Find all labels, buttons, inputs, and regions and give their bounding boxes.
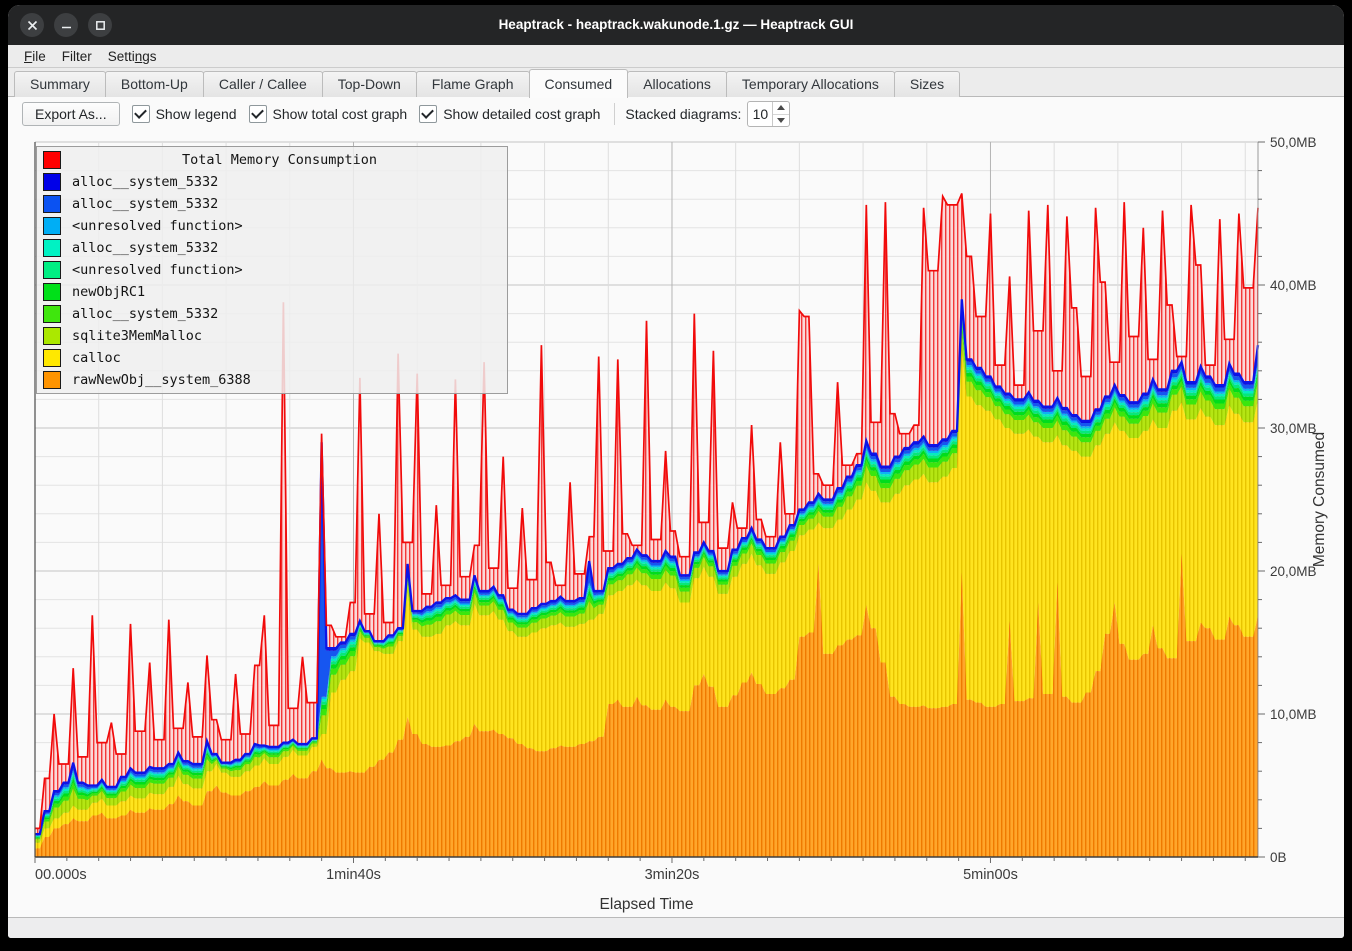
legend-item: sqlite3MemMalloc bbox=[37, 325, 507, 347]
legend-title-row: Total Memory Consumption bbox=[37, 149, 507, 171]
legend-swatch bbox=[43, 349, 61, 367]
y-tick-label: 30,0MB bbox=[1270, 421, 1317, 436]
y-tick-label: 40,0MB bbox=[1270, 278, 1317, 293]
checkbox-label: Show total cost graph bbox=[273, 106, 408, 122]
legend-label: alloc__system_5332 bbox=[72, 174, 218, 190]
legend-item: rawNewObj__system_6388 bbox=[37, 369, 507, 391]
legend-label: newObjRC1 bbox=[72, 284, 145, 300]
tab-sizes[interactable]: Sizes bbox=[894, 71, 960, 97]
spinner-up-button[interactable] bbox=[773, 102, 789, 115]
legend-label: alloc__system_5332 bbox=[72, 306, 218, 322]
toolbar-separator bbox=[614, 103, 615, 125]
y-axis-title: Memory Consumed bbox=[1311, 432, 1328, 567]
legend-item: alloc__system_5332 bbox=[37, 171, 507, 193]
legend-swatch bbox=[43, 173, 61, 191]
checkbox-show-total-cost-graph[interactable]: Show total cost graph bbox=[249, 105, 408, 123]
checkbox-label: Show legend bbox=[156, 106, 237, 122]
tab-bar: SummaryBottom-UpCaller / CalleeTop-DownF… bbox=[8, 68, 1344, 97]
legend-label: <unresolved function> bbox=[72, 262, 243, 278]
legend-swatch bbox=[43, 261, 61, 279]
x-tick-label: 5min00s bbox=[963, 867, 1018, 883]
y-tick-label: 50,0MB bbox=[1270, 135, 1317, 150]
checkbox-box[interactable] bbox=[132, 105, 150, 123]
chart-legend: Total Memory Consumption alloc__system_53… bbox=[36, 146, 508, 394]
legend-swatch bbox=[43, 217, 61, 235]
tab-summary[interactable]: Summary bbox=[14, 71, 106, 97]
spinner-value: 10 bbox=[748, 102, 772, 126]
tab-temporary-allocations[interactable]: Temporary Allocations bbox=[726, 71, 895, 97]
x-tick-label: 1min40s bbox=[326, 867, 381, 883]
legend-swatch bbox=[43, 283, 61, 301]
legend-swatch bbox=[43, 305, 61, 323]
menu-bar: FileFilterSettings bbox=[8, 45, 1344, 68]
legend-swatch bbox=[43, 195, 61, 213]
stacked-diagrams-label: Stacked diagrams: bbox=[625, 106, 741, 122]
legend-item: alloc__system_5332 bbox=[37, 303, 507, 325]
x-axis-title: Elapsed Time bbox=[600, 896, 694, 913]
stacked-diagrams-spinner[interactable]: 10 bbox=[747, 101, 790, 127]
legend-label: rawNewObj__system_6388 bbox=[72, 372, 251, 388]
tab-consumed[interactable]: Consumed bbox=[529, 69, 629, 98]
spinner-down-button[interactable] bbox=[773, 115, 789, 127]
tab-top-down[interactable]: Top-Down bbox=[322, 71, 417, 97]
tab-flame-graph[interactable]: Flame Graph bbox=[416, 71, 530, 97]
window-title: Heaptrack - heaptrack.wakunode.1.gz — He… bbox=[8, 5, 1344, 45]
checkbox-show-legend[interactable]: Show legend bbox=[132, 105, 237, 123]
tab-caller-callee[interactable]: Caller / Callee bbox=[203, 71, 323, 97]
legend-label: sqlite3MemMalloc bbox=[72, 328, 202, 344]
tab-bottom-up[interactable]: Bottom-Up bbox=[105, 71, 204, 97]
legend-swatch bbox=[43, 239, 61, 257]
checkbox-box[interactable] bbox=[249, 105, 267, 123]
x-tick-label: 00.000s bbox=[35, 867, 87, 883]
legend-label: alloc__system_5332 bbox=[72, 240, 218, 256]
legend-swatch bbox=[43, 371, 61, 389]
menu-item-filter[interactable]: Filter bbox=[54, 47, 100, 66]
checkbox-show-detailed-cost-graph[interactable]: Show detailed cost graph bbox=[419, 105, 600, 123]
y-tick-label: 20,0MB bbox=[1270, 564, 1317, 579]
checkbox-box[interactable] bbox=[419, 105, 437, 123]
memory-consumption-chart: 00.000s 1min40s 3min20s 5min00s 0B 10,0MB 20,0… bbox=[8, 131, 1344, 918]
checkbox-label: Show detailed cost graph bbox=[443, 106, 600, 122]
legend-label: <unresolved function> bbox=[72, 218, 243, 234]
menu-item-file[interactable]: File bbox=[16, 47, 54, 66]
menu-item-settings[interactable]: Settings bbox=[100, 47, 165, 66]
y-tick-label: 0B bbox=[1270, 850, 1287, 865]
legend-item: <unresolved function> bbox=[37, 215, 507, 237]
spinner-up-icon bbox=[777, 105, 785, 110]
legend-item: <unresolved function> bbox=[37, 259, 507, 281]
export-as-button[interactable]: Export As... bbox=[22, 102, 120, 126]
spinner-down-icon bbox=[777, 118, 785, 123]
legend-label: alloc__system_5332 bbox=[72, 196, 218, 212]
title-bar: Heaptrack - heaptrack.wakunode.1.gz — He… bbox=[8, 5, 1344, 45]
legend-swatch bbox=[43, 327, 61, 345]
legend-item: alloc__system_5332 bbox=[37, 193, 507, 215]
window-bottom-margin bbox=[8, 918, 1344, 938]
app-window: Heaptrack - heaptrack.wakunode.1.gz — He… bbox=[8, 5, 1344, 938]
legend-item: newObjRC1 bbox=[37, 281, 507, 303]
legend-title: Total Memory Consumption bbox=[72, 152, 507, 168]
x-tick-label: 3min20s bbox=[645, 867, 700, 883]
legend-swatch-total bbox=[43, 151, 61, 169]
legend-item: calloc bbox=[37, 347, 507, 369]
y-tick-label: 10,0MB bbox=[1270, 707, 1317, 722]
toolbar: Export As... Show legend Show total cost … bbox=[8, 97, 1344, 131]
legend-label: calloc bbox=[72, 350, 121, 366]
tab-allocations[interactable]: Allocations bbox=[627, 71, 727, 97]
legend-item: alloc__system_5332 bbox=[37, 237, 507, 259]
